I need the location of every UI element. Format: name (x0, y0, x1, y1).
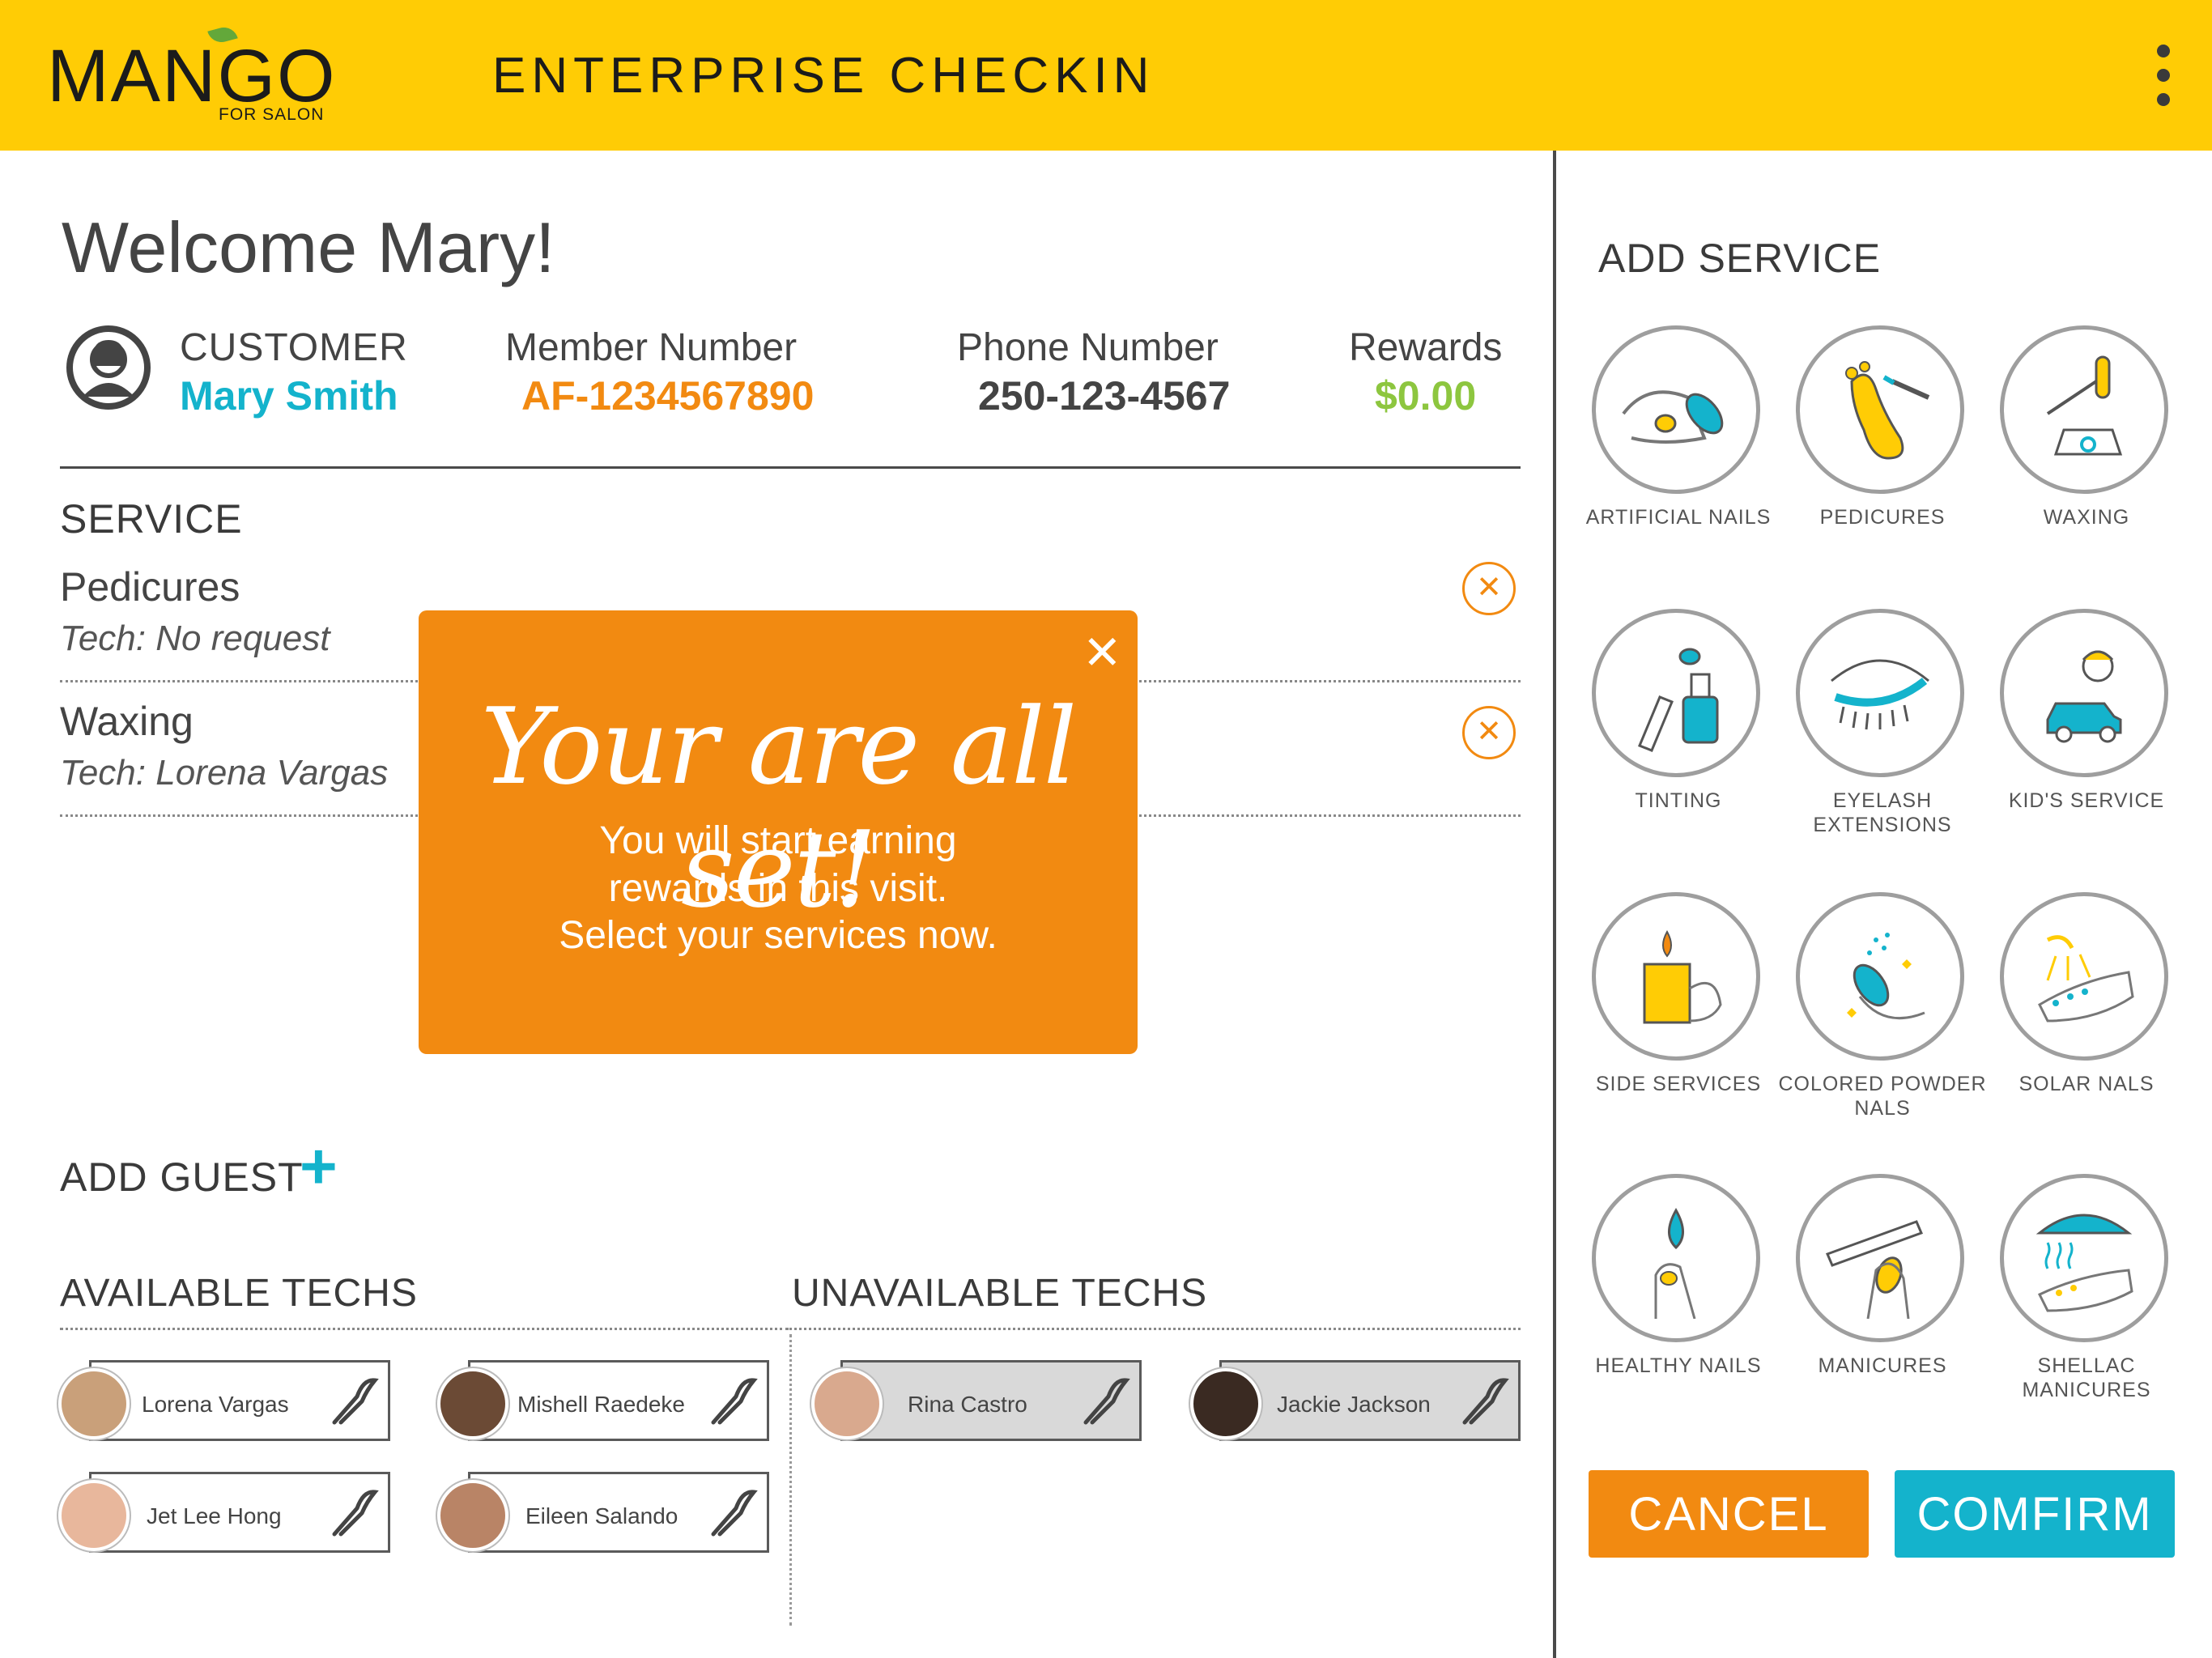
dialog-message-line: You will start earning (599, 819, 957, 862)
dialog-message-line: Select your services now. (559, 914, 998, 958)
service-tile-label: SHELLAC MANICURES (2022, 1354, 2151, 1401)
tech-card-unavailable: Rina Castro (840, 1360, 1142, 1441)
logo-subtitle: FOR SALON (219, 105, 325, 124)
member-number-label: Member Number (505, 326, 798, 369)
available-techs-heading: AVAILABLE TECHS (60, 1272, 418, 1315)
phone-number: 250-123-4567 (978, 373, 1231, 419)
tweezers-icon (1083, 1378, 1130, 1425)
service-tile-manicures[interactable]: MANICURES (1796, 1174, 1969, 1378)
artificial-nails-icon (1622, 390, 1724, 444)
waxing-icon (2046, 355, 2123, 456)
service-tile-label: SOLAR NALS (2018, 1073, 2155, 1095)
healthy-nails-icon (1654, 1207, 1696, 1319)
avatar (1190, 1368, 1261, 1439)
service-tile-eyelash[interactable]: EYELASH EXTENSIONS (1796, 609, 1969, 837)
dialog-message: You will start earning rewards in this v… (467, 818, 1089, 960)
phone-label: Phone Number (957, 326, 1219, 369)
divider (60, 466, 1521, 469)
manicures-icon (1825, 1220, 1924, 1319)
side-services-icon (1643, 929, 1722, 1024)
service-tile-label: HEALTHY NAILS (1595, 1354, 1762, 1377)
service-tile-label: PEDICURES (1819, 506, 1946, 529)
tech-name: Jet Lee Hong (147, 1503, 282, 1528)
logo: MANGO (47, 35, 337, 117)
tech-name: Mishell Raedeke (517, 1392, 685, 1417)
divider (60, 1328, 789, 1330)
unavailable-techs-heading: UNAVAILABLE TECHS (792, 1272, 1208, 1315)
service-tile-solar-nails[interactable]: SOLAR NALS (2000, 892, 2173, 1096)
service-tile-pedicures[interactable]: PEDICURES (1796, 325, 1969, 529)
avatar (58, 1368, 130, 1439)
service-tile-tinting[interactable]: TINTING (1592, 609, 1765, 813)
powder-nails-icon (1847, 933, 1925, 1020)
solar-nails-icon (2038, 935, 2134, 1022)
avatar (811, 1368, 883, 1439)
service-tile-side-services[interactable]: SIDE SERVICES (1592, 892, 1765, 1096)
service-tile-label: WAXING (2043, 506, 2130, 529)
service-tile-label: SIDE SERVICES (1595, 1073, 1762, 1095)
service-tile-healthy-nails[interactable]: HEALTHY NAILS (1592, 1174, 1765, 1378)
service-tile-label: KID'S SERVICE (2008, 789, 2165, 812)
divider (789, 1334, 792, 1626)
tech-name: Jackie Jackson (1277, 1392, 1431, 1417)
cancel-button[interactable]: CANCEL (1589, 1470, 1869, 1558)
service-tile-powder-nails[interactable]: COLORED POWDER NALS (1778, 892, 1986, 1120)
avatar (437, 1480, 508, 1551)
welcome-heading: Welcome Mary! (62, 207, 555, 287)
add-service-heading: ADD SERVICE (1598, 236, 1882, 281)
tech-card-unavailable: Jackie Jackson (1219, 1360, 1521, 1441)
service-item-name: Waxing (60, 699, 194, 744)
pedicures-icon (1845, 361, 1930, 460)
service-tile-label: ARTIFICIAL NAILS (1585, 506, 1772, 529)
panel-divider (1553, 151, 1556, 1658)
tech-card[interactable]: Eileen Salando (468, 1472, 769, 1553)
service-item-name: Pedicures (60, 564, 240, 610)
tweezers-icon (332, 1490, 379, 1537)
service-item-tech: Tech: Lorena Vargas (60, 753, 389, 793)
tinting-icon (1638, 648, 1719, 752)
tweezers-icon (711, 1378, 758, 1425)
tech-card[interactable]: Jet Lee Hong (89, 1472, 390, 1553)
add-guest-plus-icon[interactable]: + (300, 1129, 338, 1204)
tech-card[interactable]: Mishell Raedeke (468, 1360, 769, 1441)
remove-service-button[interactable]: ✕ (1462, 562, 1516, 615)
avatar (437, 1368, 508, 1439)
remove-service-button[interactable]: ✕ (1462, 706, 1516, 759)
shellac-icon (2035, 1214, 2133, 1312)
rewards-label: Rewards (1349, 326, 1503, 369)
customer-name: Mary Smith (180, 373, 398, 419)
tech-name: Rina Castro (908, 1392, 1027, 1417)
service-tile-label: MANICURES (1818, 1354, 1947, 1377)
member-number: AF-1234567890 (521, 373, 815, 419)
eyelash-icon (1831, 659, 1929, 730)
success-dialog: ✕ Your are all set! You will start earni… (419, 610, 1138, 1054)
tech-card[interactable]: Lorena Vargas (89, 1360, 390, 1441)
tech-name: Eileen Salando (525, 1503, 678, 1528)
service-tile-label: EYELASH EXTENSIONS (1813, 789, 1952, 836)
service-item-tech: Tech: No request (60, 619, 330, 658)
dialog-message-line: rewards in this visit. (608, 866, 948, 910)
page-title: ENTERPRISE CHECKIN (492, 48, 1155, 104)
customer-avatar-icon (66, 325, 151, 410)
rewards-value: $0.00 (1375, 373, 1477, 419)
kids-service-icon (2046, 650, 2122, 743)
tweezers-icon (332, 1378, 379, 1425)
more-menu-icon[interactable] (2146, 45, 2181, 109)
confirm-button[interactable]: COMFIRM (1895, 1470, 2175, 1558)
tech-name: Lorena Vargas (142, 1392, 289, 1417)
customer-label: CUSTOMER (180, 326, 408, 369)
avatar (58, 1480, 130, 1551)
service-tile-label: COLORED POWDER NALS (1778, 1073, 1987, 1120)
service-tile-label: TINTING (1635, 789, 1722, 812)
service-heading: SERVICE (60, 496, 243, 542)
service-tile-waxing[interactable]: WAXING (2000, 325, 2173, 529)
divider (789, 1328, 1521, 1330)
tweezers-icon (711, 1490, 758, 1537)
service-tile-artificial-nails[interactable]: ARTIFICIAL NAILS (1586, 325, 1770, 529)
add-guest-label[interactable]: ADD GUEST (60, 1154, 304, 1201)
service-tile-shellac[interactable]: SHELLAC MANICURES (2000, 1174, 2173, 1402)
tweezers-icon (1462, 1378, 1509, 1425)
service-tile-kids[interactable]: KID'S SERVICE (2000, 609, 2173, 813)
close-icon[interactable]: ✕ (1083, 625, 1122, 680)
